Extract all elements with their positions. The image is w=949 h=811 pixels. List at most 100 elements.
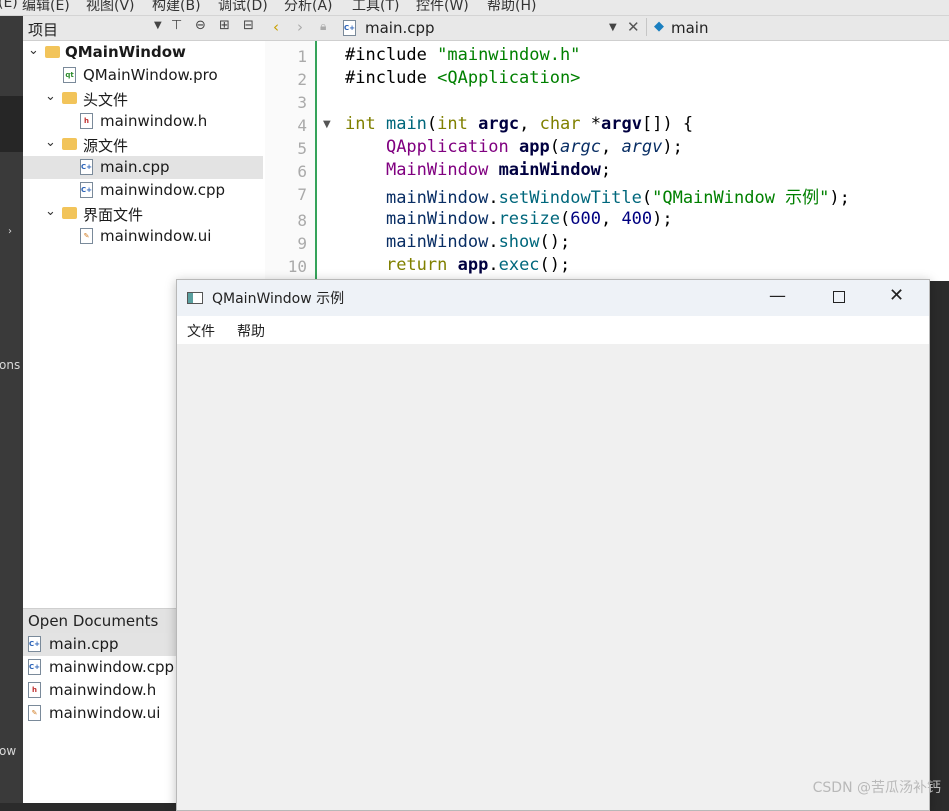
tree-item-label: mainwindow.h (100, 112, 208, 130)
header-file-icon: h (28, 682, 41, 698)
open-doc-item[interactable]: C+ mainwindow.cpp (23, 656, 177, 679)
tree-item-main-cpp[interactable]: C+ main.cpp (23, 156, 263, 179)
code-line[interactable]: QApplication app(argc, argv); (345, 137, 683, 157)
chevron-down-icon[interactable]: ⌄ (28, 43, 39, 58)
chevron-down-icon[interactable]: ▼ (609, 22, 617, 33)
app-menu-help[interactable]: 帮助 (237, 321, 265, 341)
back-icon[interactable]: ‹ (273, 18, 279, 36)
app-title-bar[interactable]: QMainWindow 示例 — ✕ (177, 280, 929, 316)
cpp-file-icon: C+ (80, 159, 93, 175)
code-line[interactable]: #include <QApplication> (345, 68, 580, 88)
line-number: 9 (297, 234, 307, 253)
menu-item-tools[interactable]: 工具(T) (352, 0, 399, 15)
mode-label-partial[interactable]: ons (0, 358, 20, 372)
open-doc-label: main.cpp (49, 635, 119, 653)
tree-item-mainwindow-ui[interactable]: ✎ mainwindow.ui (23, 225, 263, 248)
menu-item-controls[interactable]: 控件(W) (416, 0, 469, 15)
mode-arrow-icon[interactable]: › (8, 226, 12, 237)
project-folder-icon (45, 46, 60, 58)
code-line[interactable]: mainWindow.resize(600, 400); (345, 209, 673, 229)
link-icon[interactable]: ⊖ (195, 18, 206, 33)
menu-item-edit[interactable]: 编辑(E) (22, 0, 70, 15)
tree-item-label: main.cpp (100, 158, 170, 176)
maximize-icon[interactable] (833, 291, 845, 303)
app-client-area (177, 344, 929, 810)
line-number: 6 (297, 162, 307, 181)
tree-item-sources[interactable]: ⌄ 源文件 (23, 133, 263, 156)
code-line[interactable]: mainWindow.setWindowTitle("QMainWindow 示… (345, 183, 850, 208)
menu-item-edit-partial[interactable]: (E) (0, 0, 18, 11)
code-line[interactable]: int main(int argc, char *argv[]) { (345, 114, 693, 134)
symbol-icon: ◆ (654, 19, 664, 34)
ui-file-icon: ✎ (80, 228, 93, 244)
tree-item-label: QMainWindow (65, 43, 186, 61)
open-doc-item[interactable]: h mainwindow.h (23, 679, 177, 702)
folder-icon (62, 92, 77, 104)
code-line[interactable]: #include "mainwindow.h" (345, 45, 580, 65)
split-icon[interactable]: ⊞ (219, 18, 230, 33)
tree-item-label: 头文件 (83, 91, 129, 109)
ui-file-icon: ✎ (28, 705, 41, 721)
toolbar-divider (646, 18, 647, 36)
chevron-down-icon[interactable]: ⌄ (45, 135, 56, 150)
symbol-selector[interactable]: main (671, 19, 708, 37)
open-documents-list: C+ main.cpp C+ mainwindow.cpp h mainwind… (23, 633, 177, 803)
menu-item-view[interactable]: 视图(V) (86, 0, 135, 15)
tree-item-mainwindow-h[interactable]: h mainwindow.h (23, 110, 263, 133)
tree-item-mainwindow-cpp[interactable]: C+ mainwindow.cpp (23, 179, 263, 202)
mode-label-partial-2[interactable]: ow (0, 744, 16, 758)
open-documents-title: Open Documents (28, 612, 159, 630)
menu-item-analyze[interactable]: 分析(A) (284, 0, 333, 15)
code-line[interactable]: MainWindow mainWindow; (345, 160, 611, 180)
line-number: 8 (297, 211, 307, 230)
folder-icon (62, 138, 77, 150)
filter-icon[interactable]: ⊤ (171, 18, 182, 33)
window-app-icon (187, 292, 203, 304)
line-number: 4 (297, 116, 307, 135)
cpp-file-icon: C+ (80, 182, 93, 198)
lock-icon: 🔒︎ (320, 19, 327, 33)
tree-item-label: QMainWindow.pro (83, 66, 218, 84)
open-doc-item[interactable]: ✎ mainwindow.ui (23, 702, 177, 725)
code-line[interactable]: return app.exec(); (345, 255, 570, 275)
chevron-down-icon[interactable]: ⌄ (45, 89, 56, 104)
cpp-file-icon: C+ (28, 636, 41, 652)
close-icon[interactable]: ✕ (889, 285, 904, 306)
menu-item-build[interactable]: 构建(B) (152, 0, 201, 15)
code-editor[interactable]: 1 2 3 4 5 6 7 8 9 10 ▼ #include "mainwin… (265, 41, 949, 281)
line-number: 2 (297, 70, 307, 89)
app-window: QMainWindow 示例 — ✕ 文件 帮助 (176, 279, 930, 811)
chevron-down-icon[interactable]: ⌄ (45, 204, 56, 219)
menu-item-help[interactable]: 帮助(H) (487, 0, 536, 15)
close-icon[interactable]: ✕ (627, 18, 640, 36)
open-doc-label: mainwindow.ui (49, 704, 161, 722)
open-doc-label: mainwindow.h (49, 681, 157, 699)
cpp-file-icon: C+ (28, 659, 41, 675)
minimize-icon[interactable]: — (769, 286, 786, 306)
cpp-file-icon: C+ (343, 20, 356, 36)
line-number: 3 (297, 93, 307, 112)
project-pane-header: 项目 ▼ ⊤ ⊖ ⊞ ⊟ (23, 16, 265, 41)
tree-item-pro-file[interactable]: qt QMainWindow.pro (23, 64, 263, 87)
header-file-icon: h (80, 113, 93, 129)
tree-item-project[interactable]: ⌄ QMainWindow (23, 41, 263, 64)
watermark: CSDN @苦瓜汤补钙 (812, 780, 941, 796)
menu-bar: (E) 编辑(E) 视图(V) 构建(B) 调试(D) 分析(A) 工具(T) … (0, 0, 949, 16)
fold-arrow-icon[interactable]: ▼ (323, 119, 331, 130)
editor-file-name[interactable]: main.cpp (365, 19, 435, 37)
tree-item-forms[interactable]: ⌄ 界面文件 (23, 202, 263, 225)
line-number: 10 (287, 257, 307, 276)
pro-file-icon: qt (63, 67, 76, 83)
editor-toolbar: ‹ › 🔒︎ C+ main.cpp ▼ ✕ ◆ main (265, 16, 949, 41)
menu-item-debug[interactable]: 调试(D) (218, 0, 268, 15)
open-documents-header: Open Documents (23, 608, 177, 634)
forward-icon[interactable]: › (297, 18, 303, 36)
code-line[interactable]: mainWindow.show(); (345, 232, 570, 252)
tree-item-headers[interactable]: ⌄ 头文件 (23, 87, 263, 110)
open-doc-item[interactable]: C+ main.cpp (23, 633, 177, 656)
tree-item-label: mainwindow.cpp (100, 181, 226, 199)
chevron-down-icon[interactable]: ▼ (154, 20, 162, 31)
close-pane-icon[interactable]: ⊟ (243, 18, 254, 33)
mode-selected-highlight[interactable] (0, 96, 23, 152)
app-menu-file[interactable]: 文件 (187, 321, 215, 341)
